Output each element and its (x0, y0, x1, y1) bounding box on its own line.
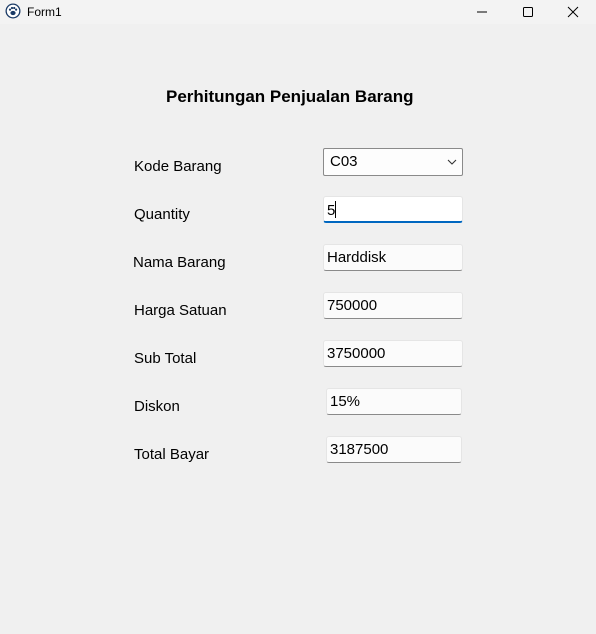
kode-barang-label: Kode Barang (134, 158, 222, 175)
chevron-down-icon[interactable] (446, 156, 458, 168)
paw-icon[interactable] (5, 3, 21, 19)
window-title: Form1 (27, 5, 62, 19)
text-caret (335, 201, 337, 218)
harga-satuan-label: Harga Satuan (134, 302, 227, 319)
close-button[interactable] (550, 0, 596, 24)
minimize-icon (477, 11, 487, 13)
nama-barang-value: Harddisk (327, 249, 387, 266)
kode-barang-selected-value: C03 (330, 153, 358, 170)
close-icon (567, 6, 579, 18)
sub-total-value: 3750000 (327, 345, 386, 362)
sub-total-input[interactable]: 3750000 (323, 340, 463, 367)
quantity-label: Quantity (134, 206, 190, 223)
quantity-input[interactable]: 5 (323, 196, 463, 223)
diskon-label: Diskon (134, 398, 180, 415)
total-bayar-value: 3187500 (330, 441, 389, 458)
quantity-value: 5 (327, 202, 336, 219)
form-heading: Perhitungan Penjualan Barang (166, 87, 414, 106)
harga-satuan-value: 750000 (327, 297, 378, 314)
total-bayar-label: Total Bayar (134, 446, 210, 463)
diskon-input[interactable]: 15% (326, 388, 462, 415)
minimize-button[interactable] (459, 0, 505, 24)
diskon-value: 15% (330, 393, 361, 410)
maximize-icon (523, 7, 533, 17)
nama-barang-label: Nama Barang (133, 254, 226, 271)
total-bayar-input[interactable]: 3187500 (326, 436, 462, 463)
maximize-button[interactable] (505, 0, 551, 24)
nama-barang-input[interactable]: Harddisk (323, 244, 463, 271)
sub-total-label: Sub Total (134, 350, 197, 367)
kode-barang-combobox[interactable]: C03 (323, 148, 463, 176)
harga-satuan-input[interactable]: 750000 (323, 292, 463, 319)
title-bar[interactable]: Form1 (0, 0, 596, 24)
